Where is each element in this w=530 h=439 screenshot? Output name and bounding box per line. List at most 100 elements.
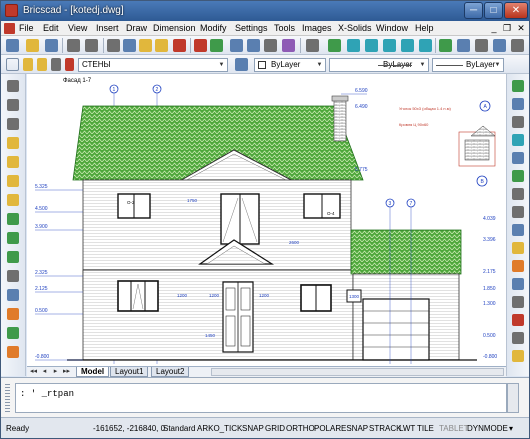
mirror-icon[interactable] bbox=[512, 116, 524, 128]
properties-icon[interactable] bbox=[230, 39, 243, 52]
document-icon[interactable] bbox=[4, 23, 15, 34]
paste-icon[interactable] bbox=[139, 39, 152, 52]
status-strack[interactable]: STRACK bbox=[369, 424, 401, 433]
status-tile[interactable]: TILE bbox=[417, 424, 434, 433]
chevron-down-icon[interactable]: ▼ bbox=[493, 60, 502, 70]
menu-view[interactable]: View bbox=[68, 23, 87, 33]
array-icon[interactable] bbox=[512, 242, 524, 254]
shade-icon[interactable] bbox=[493, 39, 506, 52]
print-icon[interactable] bbox=[85, 39, 98, 52]
close-button[interactable]: ✕ bbox=[504, 2, 528, 19]
line-icon[interactable] bbox=[7, 80, 19, 92]
menu-modify[interactable]: Modify bbox=[200, 23, 227, 33]
horizontal-scrollbar[interactable] bbox=[211, 368, 504, 376]
make-layer-current-icon[interactable] bbox=[235, 58, 248, 71]
status-ortho[interactable]: ORTHO bbox=[286, 424, 315, 433]
tab-model[interactable]: Model bbox=[76, 367, 110, 377]
save-icon[interactable] bbox=[45, 39, 58, 52]
dock-grip-handle[interactable] bbox=[5, 384, 10, 412]
tab-prev-icon[interactable]: ◂ bbox=[40, 367, 49, 377]
menu-window[interactable]: Window bbox=[376, 23, 408, 33]
status-polar[interactable]: POLAR bbox=[314, 424, 341, 433]
polyline-icon[interactable] bbox=[7, 118, 19, 130]
explode-icon[interactable] bbox=[512, 314, 524, 326]
ucs-icon[interactable] bbox=[475, 39, 488, 52]
print-preview-icon[interactable] bbox=[67, 39, 80, 52]
menu-edit[interactable]: Edit bbox=[43, 23, 59, 33]
tab-layout2[interactable]: Layout2 bbox=[151, 367, 190, 377]
app-icon[interactable] bbox=[5, 4, 18, 17]
doc-restore-icon[interactable]: ❐ bbox=[501, 22, 513, 34]
new-icon[interactable] bbox=[6, 39, 19, 52]
status-dynmode[interactable]: DYNMODE bbox=[467, 424, 508, 433]
align-icon[interactable] bbox=[512, 332, 524, 344]
command-line[interactable]: : ' _rtpan bbox=[15, 383, 507, 413]
delete-icon[interactable] bbox=[173, 39, 186, 52]
menu-file[interactable]: File bbox=[19, 23, 34, 33]
offset-icon[interactable] bbox=[512, 224, 524, 236]
point-icon[interactable] bbox=[7, 251, 19, 263]
menu-tools[interactable]: Tools bbox=[274, 23, 295, 33]
pan-icon[interactable] bbox=[306, 39, 319, 52]
toolbar-options-icon[interactable] bbox=[511, 39, 524, 52]
donut-icon[interactable] bbox=[7, 232, 19, 244]
layer-on-bulb-icon[interactable] bbox=[23, 58, 33, 71]
block-icon[interactable] bbox=[7, 327, 19, 339]
layer-lock-icon[interactable] bbox=[51, 58, 61, 71]
cut-icon[interactable] bbox=[107, 39, 120, 52]
layer-dropdown[interactable]: СТЕНЫ ▼ bbox=[78, 58, 228, 72]
rotate-icon[interactable] bbox=[512, 134, 524, 146]
mtext-icon[interactable] bbox=[7, 289, 19, 301]
status-esnap[interactable]: ESNAP bbox=[341, 424, 368, 433]
status-dimstyle[interactable]: ARKO_TICK bbox=[197, 424, 242, 433]
zoom-realtime-icon[interactable] bbox=[347, 39, 360, 52]
menu-dimension[interactable]: Dimension bbox=[153, 23, 196, 33]
doc-close-icon[interactable]: ✕ bbox=[515, 22, 527, 34]
trim-icon[interactable] bbox=[512, 188, 524, 200]
explorer-icon[interactable] bbox=[247, 39, 260, 52]
status-grid[interactable]: GRID bbox=[265, 424, 285, 433]
doc-minimize-icon[interactable]: _ bbox=[488, 22, 500, 34]
tab-layout1[interactable]: Layout1 bbox=[110, 367, 149, 377]
lineweight-dropdown[interactable]: ByLayer ▼ bbox=[432, 58, 504, 72]
zoom-in-icon[interactable] bbox=[365, 39, 378, 52]
menu-insert[interactable]: Insert bbox=[96, 23, 119, 33]
zoom-window-icon[interactable] bbox=[401, 39, 414, 52]
status-tablet[interactable]: TABLET bbox=[439, 424, 469, 433]
polygon-icon[interactable] bbox=[7, 213, 19, 225]
rectangle-icon[interactable] bbox=[7, 194, 19, 206]
redo-icon[interactable] bbox=[210, 39, 223, 52]
copy-entity-icon[interactable] bbox=[512, 98, 524, 110]
status-textstyle[interactable]: Standard bbox=[163, 424, 195, 433]
circle-icon[interactable] bbox=[7, 156, 19, 168]
help-icon[interactable] bbox=[282, 39, 295, 52]
rotate-view-icon[interactable] bbox=[328, 39, 341, 52]
chevron-down-icon[interactable]: ▼ bbox=[418, 60, 427, 70]
text-icon[interactable] bbox=[7, 270, 19, 282]
drawing-canvas[interactable]: Фасад 1-7 1 2 О-2 О-4 5.325 4.500 3.900 … bbox=[27, 74, 506, 366]
edit-polyline-icon[interactable] bbox=[512, 350, 524, 362]
view-icon[interactable] bbox=[457, 39, 470, 52]
undo-icon[interactable] bbox=[194, 39, 207, 52]
tab-next-icon[interactable]: ▸ bbox=[51, 367, 60, 377]
open-icon[interactable] bbox=[26, 39, 39, 52]
maximize-button[interactable]: □ bbox=[484, 2, 503, 19]
zoom-out-icon[interactable] bbox=[383, 39, 396, 52]
status-snap[interactable]: SNAP bbox=[242, 424, 264, 433]
scale-icon[interactable] bbox=[512, 152, 524, 164]
copy-icon[interactable] bbox=[123, 39, 136, 52]
ellipse-icon[interactable] bbox=[7, 175, 19, 187]
chamfer-icon[interactable] bbox=[512, 278, 524, 290]
extend-icon[interactable] bbox=[512, 206, 524, 218]
stretch-icon[interactable] bbox=[512, 170, 524, 182]
status-lwt[interactable]: LWT bbox=[399, 424, 415, 433]
layer-freeze-sun-icon[interactable] bbox=[37, 58, 47, 71]
title-bar[interactable]: Bricscad - [kotedj.dwg] ─ □ ✕ bbox=[1, 1, 529, 21]
status-menu-chevron-icon[interactable]: ▾ bbox=[509, 424, 513, 433]
break-icon[interactable] bbox=[512, 296, 524, 308]
minimize-button[interactable]: ─ bbox=[464, 2, 483, 19]
tab-last-icon[interactable]: ▸▸ bbox=[62, 367, 71, 377]
fillet-icon[interactable] bbox=[512, 260, 524, 272]
color-dropdown[interactable]: ByLayer ▼ bbox=[254, 58, 326, 72]
move-icon[interactable] bbox=[512, 80, 524, 92]
